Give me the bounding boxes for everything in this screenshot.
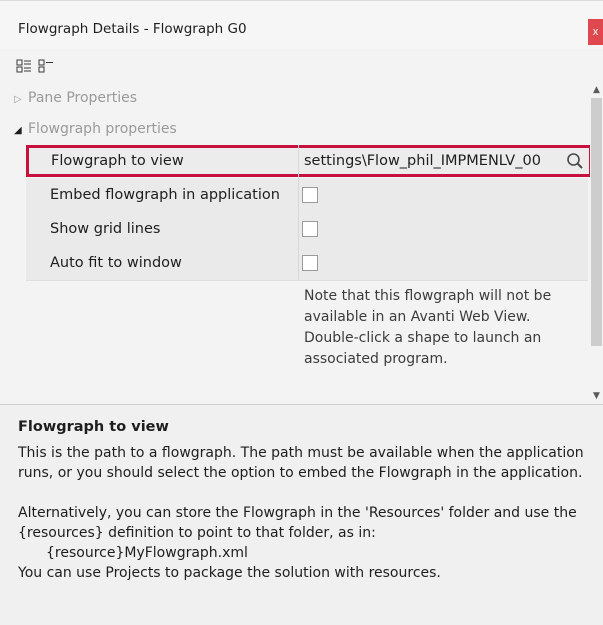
property-name: Auto fit to window [50, 255, 182, 271]
property-name: Flowgraph to view [51, 153, 184, 169]
flowgraph-details-window: Flowgraph Details - Flowgraph G0 x ▷ Pane… [0, 0, 603, 625]
property-row-embed-flowgraph[interactable]: Embed flowgraph in application [26, 178, 588, 213]
property-row-show-grid-lines[interactable]: Show grid lines [26, 212, 588, 247]
property-row-auto-fit[interactable]: Auto fit to window [26, 246, 588, 281]
category-label: Flowgraph properties [28, 121, 177, 137]
property-value-input[interactable]: settings\Flow_phil_IMPMENLV_00.X [304, 144, 540, 178]
column-divider [298, 212, 299, 246]
help-title: Flowgraph to view [18, 419, 169, 435]
auto-fit-checkbox[interactable] [302, 255, 318, 271]
close-button[interactable]: x [588, 19, 603, 45]
show-grid-lines-checkbox[interactable] [302, 221, 318, 237]
collapse-arrow-icon: ◢ [14, 125, 22, 136]
property-name: Embed flowgraph in application [50, 187, 280, 203]
property-name: Show grid lines [50, 221, 161, 237]
help-body: This is the path to a flowgraph. The pat… [18, 443, 596, 583]
window-title: Flowgraph Details - Flowgraph G0 [18, 21, 247, 37]
embed-flowgraph-checkbox[interactable] [302, 187, 318, 203]
help-paragraph: Alternatively, you can store the Flowgra… [18, 505, 577, 541]
property-row-flowgraph-to-view[interactable]: Flowgraph to view settings\Flow_phil_IMP… [26, 145, 592, 177]
categorized-view-icon[interactable] [16, 58, 32, 74]
category-flowgraph-properties[interactable]: ◢ Flowgraph properties [14, 117, 177, 141]
help-paragraph: This is the path to a flowgraph. The pat… [18, 445, 584, 481]
alphabetical-view-icon[interactable] [38, 58, 54, 74]
column-divider [298, 178, 299, 212]
title-bar: Flowgraph Details - Flowgraph G0 x [0, 0, 603, 49]
column-divider [298, 246, 299, 280]
toolbar [0, 48, 603, 82]
category-label: Pane Properties [28, 90, 138, 106]
category-pane-properties[interactable]: ▷ Pane Properties [14, 86, 137, 110]
help-paragraph: You can use Projects to package the solu… [18, 565, 441, 581]
expand-arrow-icon: ▷ [14, 94, 22, 105]
scroll-up-icon[interactable]: ▲ [590, 84, 603, 96]
search-icon[interactable] [566, 152, 584, 170]
scroll-down-icon[interactable]: ▼ [590, 390, 603, 402]
column-divider [298, 145, 299, 177]
help-example: {resource}MyFlowgraph.xml [46, 545, 248, 561]
scrollbar-thumb[interactable] [591, 98, 602, 346]
property-note: Note that this flowgraph will not be ava… [304, 288, 552, 367]
help-pane: Flowgraph to view This is the path to a … [0, 404, 603, 625]
